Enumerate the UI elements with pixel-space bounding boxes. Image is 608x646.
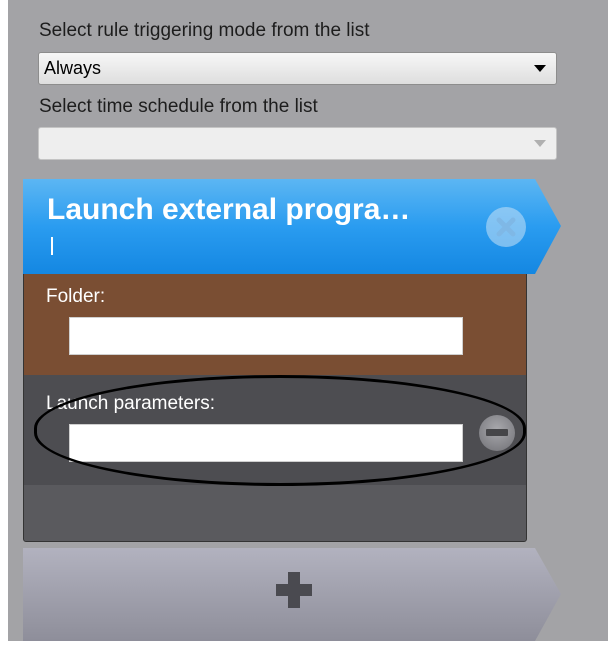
schedule-select[interactable] bbox=[38, 127, 557, 160]
folder-label: Folder: bbox=[46, 286, 106, 307]
chevron-down-icon bbox=[534, 140, 546, 147]
highlight-ellipse bbox=[34, 375, 526, 486]
schedule-label: Select time schedule from the list bbox=[39, 96, 318, 117]
folder-section: Folder: bbox=[24, 274, 526, 375]
add-action-button[interactable] bbox=[23, 548, 563, 641]
minus-icon bbox=[479, 415, 515, 451]
action-card-header[interactable]: Launch external progra… bbox=[23, 179, 563, 274]
action-card-title: Launch external progra… bbox=[47, 193, 411, 226]
close-icon bbox=[496, 217, 516, 237]
add-action-shape bbox=[23, 548, 561, 641]
trigger-mode-label: Select rule triggering mode from the lis… bbox=[39, 20, 370, 41]
trigger-mode-select[interactable]: Always bbox=[38, 52, 557, 85]
trigger-mode-value: Always bbox=[44, 58, 102, 78]
chevron-down-icon bbox=[534, 65, 546, 72]
close-button[interactable] bbox=[486, 207, 526, 247]
folder-input[interactable] bbox=[69, 317, 463, 355]
text-cursor bbox=[51, 237, 53, 255]
remove-parameter-button[interactable] bbox=[478, 414, 516, 452]
